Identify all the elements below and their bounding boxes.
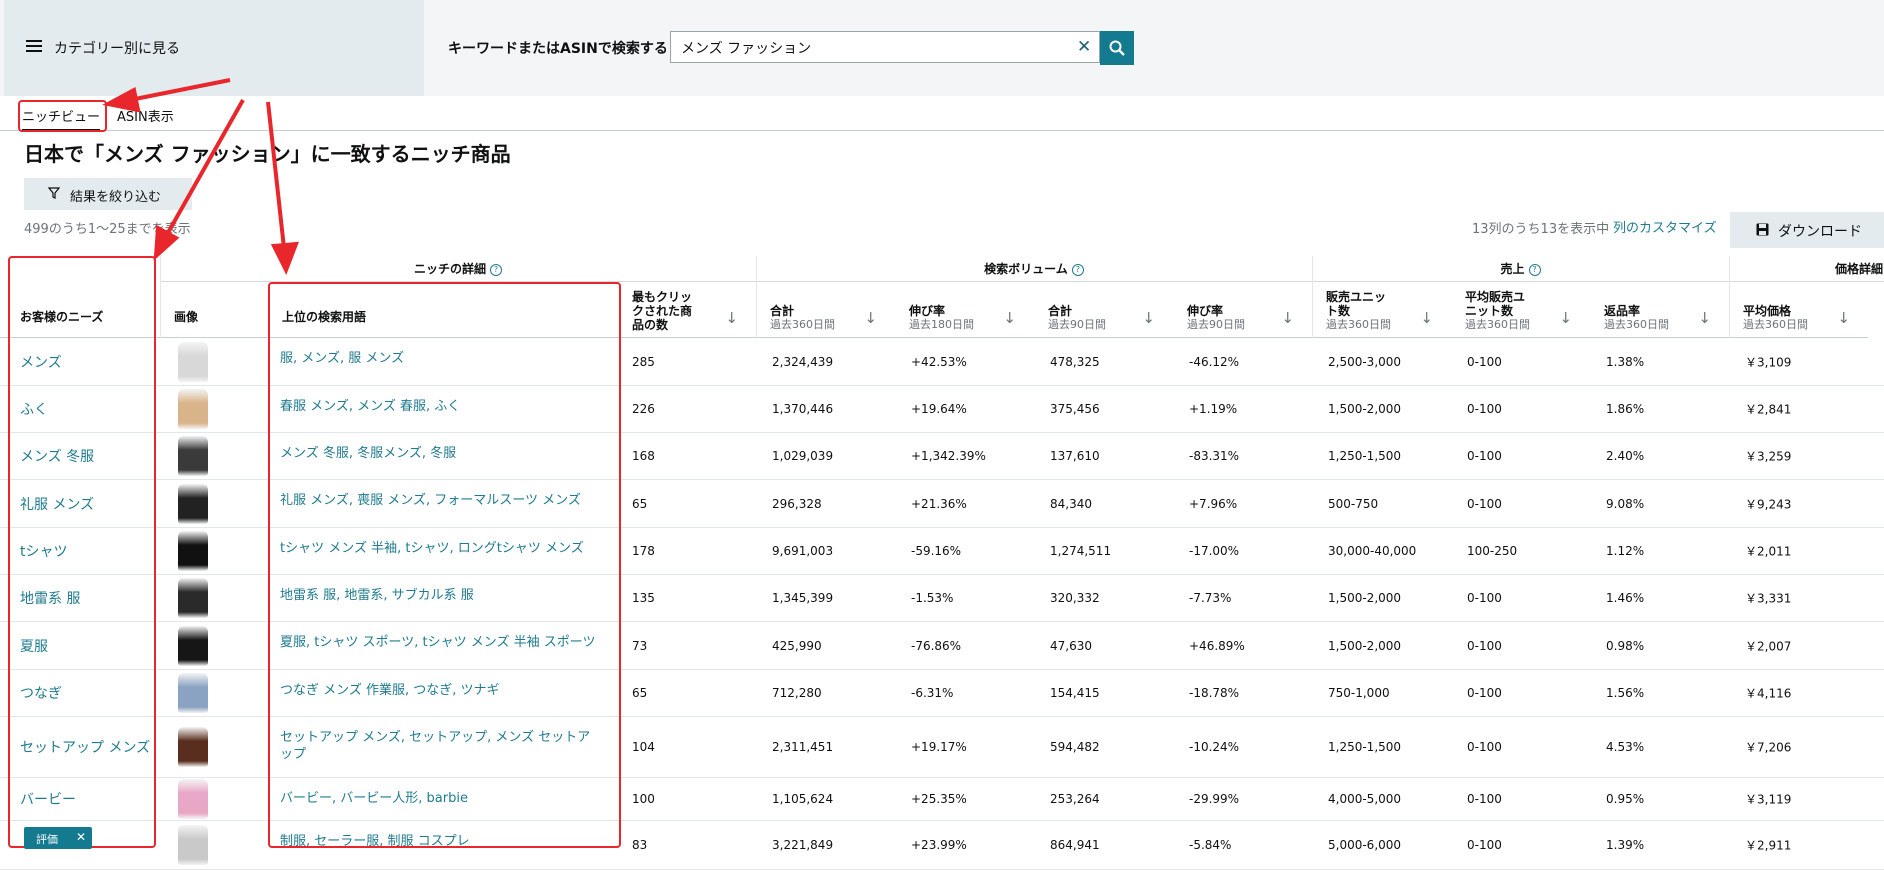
rating-badge-label: 評価 (36, 833, 58, 846)
rating-badge[interactable]: 評価 ✕ (24, 827, 92, 849)
annotation-arrows (102, 78, 300, 275)
close-icon[interactable]: ✕ (76, 830, 86, 844)
